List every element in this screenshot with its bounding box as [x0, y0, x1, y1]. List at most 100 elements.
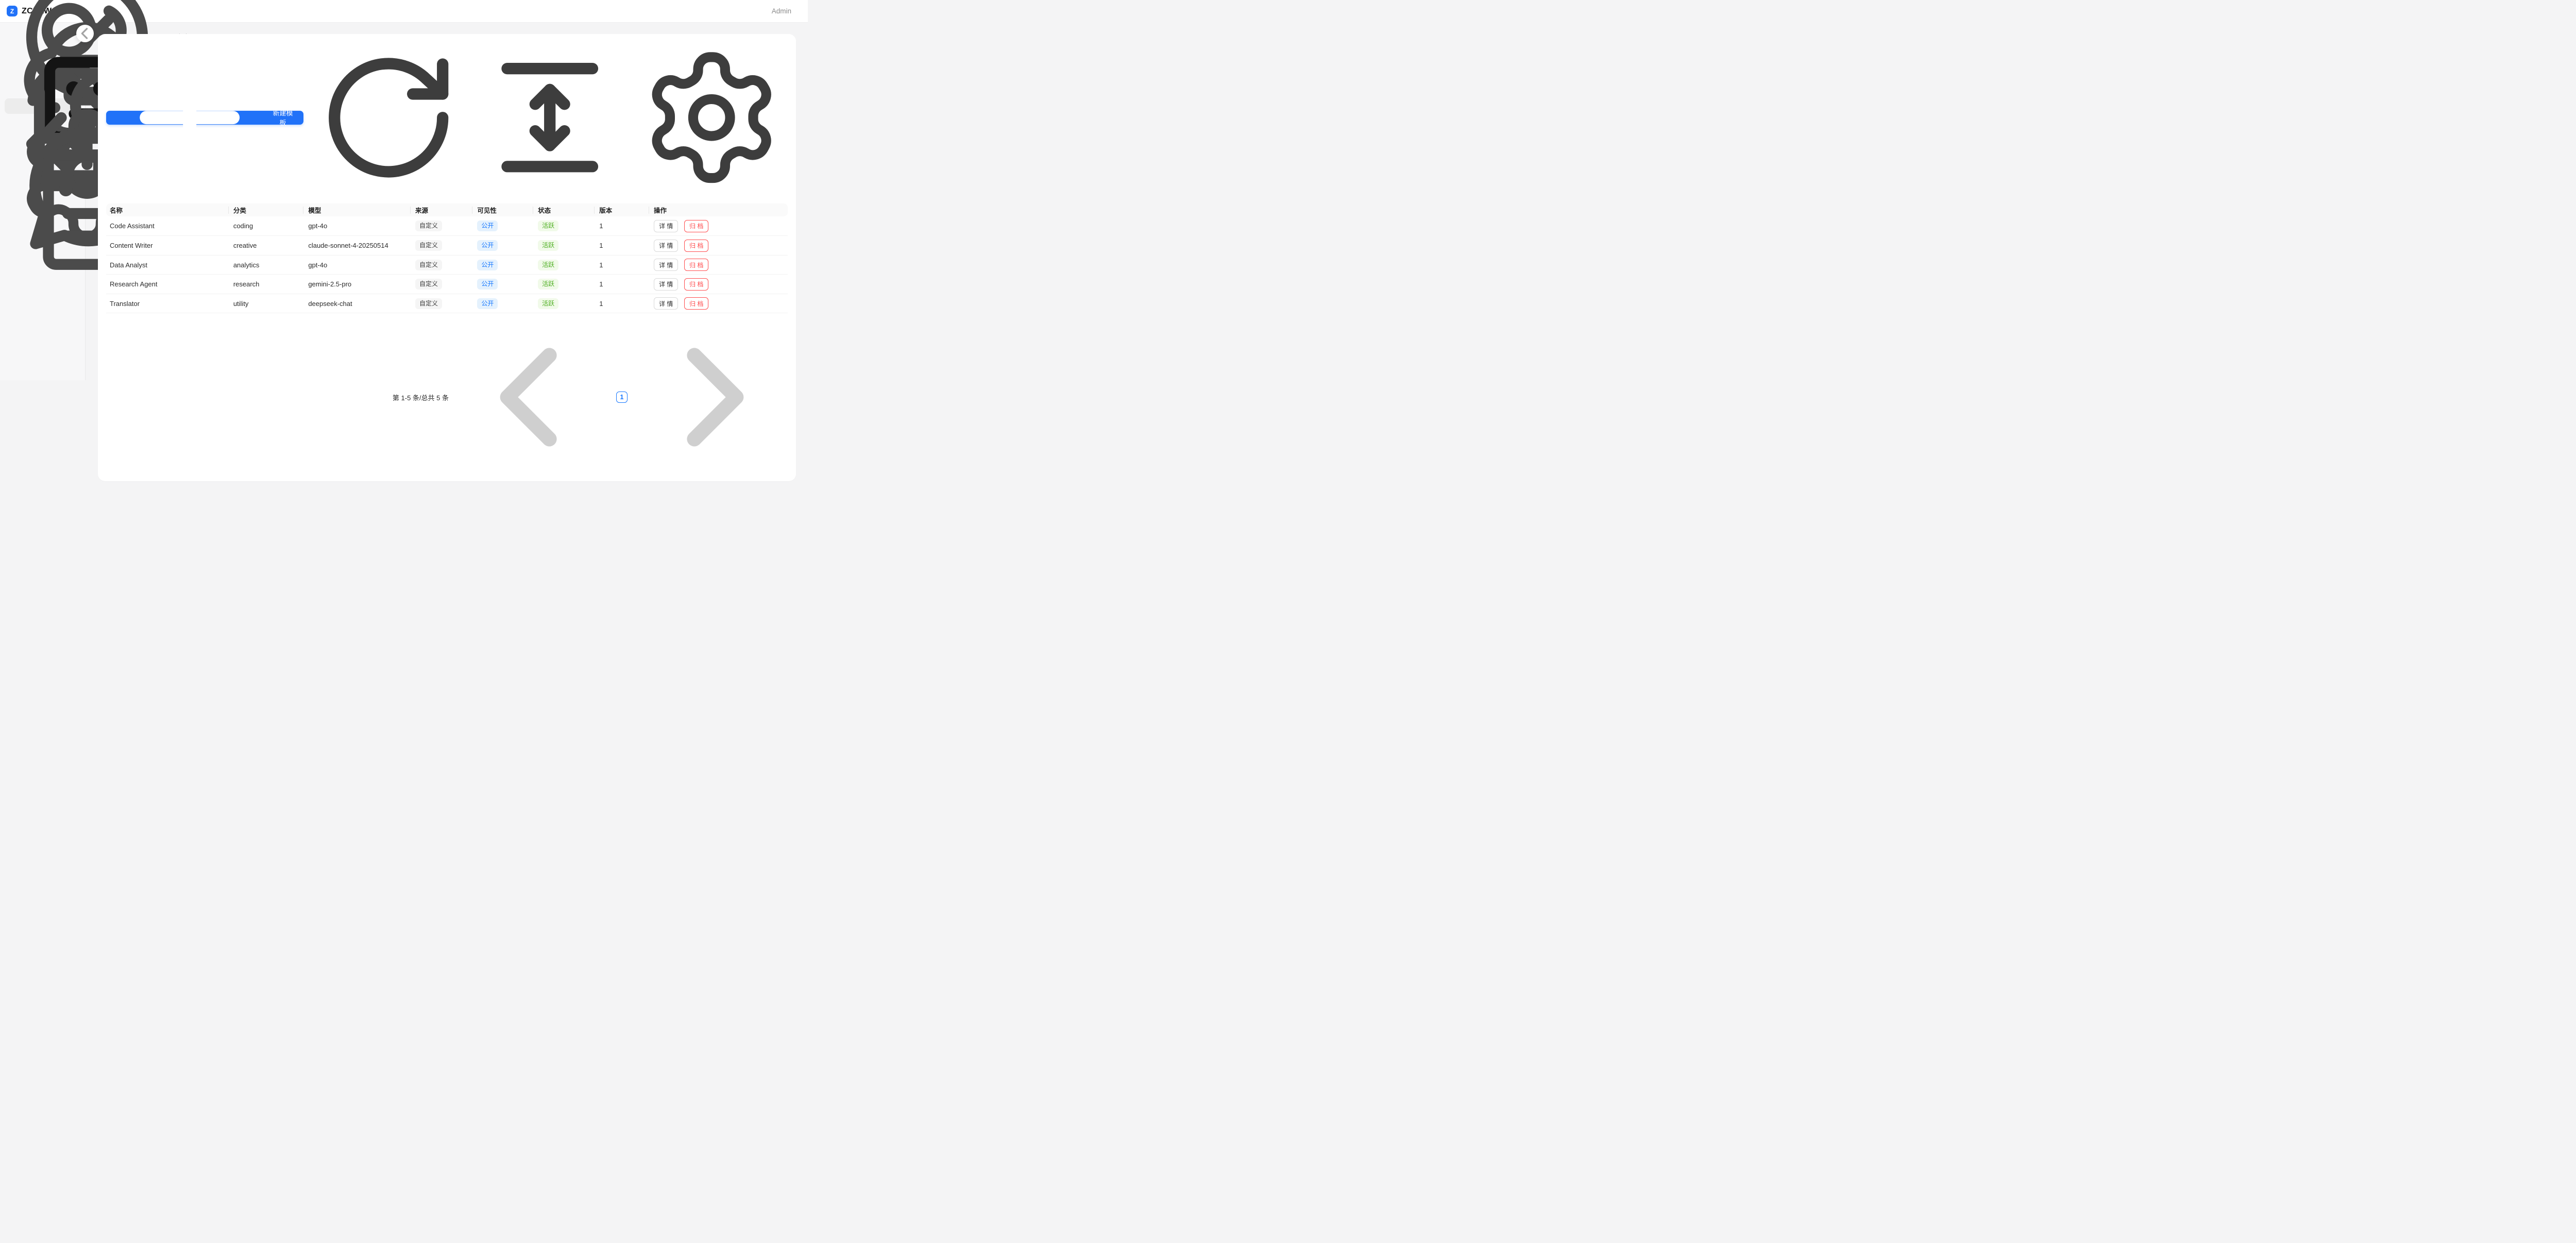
detail-button[interactable]: 详 情 [654, 240, 678, 252]
cell-visibility: 公开 [472, 236, 533, 256]
cell-model: gpt-4o [303, 255, 410, 275]
cell-visibility: 公开 [472, 255, 533, 275]
cell-name: Translator [106, 294, 228, 313]
cell-category: creative [228, 236, 303, 256]
table-row: Research Agent research gemini-2.5-pro 自… [106, 275, 788, 294]
new-template-button[interactable]: 新建模板 [106, 111, 303, 125]
cell-model: claude-sonnet-4-20250514 [303, 236, 410, 256]
cell-source: 自定义 [410, 216, 472, 236]
archive-button[interactable]: 归 档 [684, 220, 708, 232]
cell-status: 活跃 [533, 275, 594, 294]
content-card: 新建模板 名称分类模型来源可见性状态版本操作 [98, 34, 796, 481]
cell-model: gpt-4o [303, 216, 410, 236]
visibility-badge: 公开 [477, 260, 498, 270]
detail-button[interactable]: 详 情 [654, 259, 678, 271]
status-badge: 活跃 [538, 279, 558, 290]
cell-visibility: 公开 [472, 294, 533, 313]
cell-visibility: 公开 [472, 275, 533, 294]
pagination: 第 1-5 条/总共 5 条 1 [106, 320, 788, 474]
visibility-badge: 公开 [477, 240, 498, 251]
cell-category: utility [228, 294, 303, 313]
cell-model: gemini-2.5-pro [303, 275, 410, 294]
table-row: Data Analyst analytics gpt-4o 自定义 公开 活跃 … [106, 255, 788, 275]
column-header-4: 可见性 [472, 203, 533, 216]
cell-source: 自定义 [410, 294, 472, 313]
source-badge: 自定义 [415, 260, 442, 270]
cell-source: 自定义 [410, 236, 472, 256]
source-badge: 自定义 [415, 279, 442, 290]
pagination-page-1[interactable]: 1 [616, 391, 628, 403]
cell-name: Data Analyst [106, 255, 228, 275]
visibility-badge: 公开 [477, 220, 498, 231]
status-badge: 活跃 [538, 240, 558, 251]
archive-button[interactable]: 归 档 [684, 278, 708, 291]
column-header-6: 版本 [594, 203, 649, 216]
cell-source: 自定义 [410, 255, 472, 275]
cell-status: 活跃 [533, 216, 594, 236]
user-menu[interactable]: Admin [772, 7, 791, 15]
cell-model: deepseek-chat [303, 294, 410, 313]
plus-icon [113, 41, 266, 194]
chevron-right-icon [633, 320, 788, 474]
sidebar-nav: 仪表盘 账号管理 服务商 模型管理 Agent 模板 API 密钥 用量统计 中… [0, 29, 85, 217]
cell-visibility: 公开 [472, 216, 533, 236]
detail-button[interactable]: 详 情 [654, 278, 678, 291]
table-row: Translator utility deepseek-chat 自定义 公开 … [106, 294, 788, 313]
cell-actions: 详 情 归 档 [649, 275, 788, 294]
cell-category: coding [228, 216, 303, 236]
cell-status: 活跃 [533, 294, 594, 313]
templates-table: 名称分类模型来源可见性状态版本操作 Code Assistant coding … [106, 203, 788, 313]
cell-version: 1 [594, 255, 649, 275]
column-header-3: 来源 [410, 203, 472, 216]
sidebar-collapse-button[interactable] [76, 25, 94, 42]
cell-actions: 详 情 归 档 [649, 216, 788, 236]
visibility-badge: 公开 [477, 298, 498, 309]
detail-button[interactable]: 详 情 [654, 220, 678, 232]
status-badge: 活跃 [538, 260, 558, 270]
status-badge: 活跃 [538, 298, 558, 309]
cell-source: 自定义 [410, 275, 472, 294]
column-header-2: 模型 [303, 203, 410, 216]
source-badge: 自定义 [415, 220, 442, 231]
detail-button[interactable]: 详 情 [654, 297, 678, 310]
sidebar-item-10[interactable]: 操作日志 [5, 202, 80, 217]
settings-icon [635, 41, 788, 194]
table-row: Content Writer creative claude-sonnet-4-… [106, 236, 788, 256]
column-header-5: 状态 [533, 203, 594, 216]
pagination-next-button[interactable] [633, 320, 788, 474]
source-badge: 自定义 [415, 298, 442, 309]
cell-version: 1 [594, 294, 649, 313]
new-template-label: 新建模板 [269, 108, 296, 127]
status-badge: 活跃 [538, 220, 558, 231]
cell-category: research [228, 275, 303, 294]
cell-name: Code Assistant [106, 216, 228, 236]
pagination-summary: 第 1-5 条/总共 5 条 [393, 393, 449, 402]
cell-actions: 详 情 归 档 [649, 236, 788, 256]
main-content: 新建模板 名称分类模型来源可见性状态版本操作 [86, 23, 808, 380]
source-badge: 自定义 [415, 240, 442, 251]
column-header-0: 名称 [106, 203, 228, 216]
refresh-button[interactable] [312, 41, 465, 194]
density-button[interactable] [473, 41, 626, 194]
column-header-1: 分类 [228, 203, 303, 216]
cell-status: 活跃 [533, 255, 594, 275]
column-header-7: 操作 [649, 203, 788, 216]
chevron-left-icon [76, 25, 94, 42]
table-toolbar: 新建模板 [106, 41, 788, 194]
cell-name: Content Writer [106, 236, 228, 256]
archive-button[interactable]: 归 档 [684, 240, 708, 252]
cell-actions: 详 情 归 档 [649, 255, 788, 275]
archive-button[interactable]: 归 档 [684, 297, 708, 310]
cell-status: 活跃 [533, 236, 594, 256]
sidebar: 仪表盘 账号管理 服务商 模型管理 Agent 模板 API 密钥 用量统计 中… [0, 23, 86, 380]
pagination-prev-button[interactable] [456, 320, 611, 474]
archive-button[interactable]: 归 档 [684, 259, 708, 271]
cell-version: 1 [594, 216, 649, 236]
chevron-left-icon [456, 320, 611, 474]
cell-category: analytics [228, 255, 303, 275]
column-height-icon [473, 41, 626, 194]
cell-actions: 详 情 归 档 [649, 294, 788, 313]
column-settings-button[interactable] [635, 41, 788, 194]
table-row: Code Assistant coding gpt-4o 自定义 公开 活跃 1… [106, 216, 788, 236]
cell-version: 1 [594, 236, 649, 256]
